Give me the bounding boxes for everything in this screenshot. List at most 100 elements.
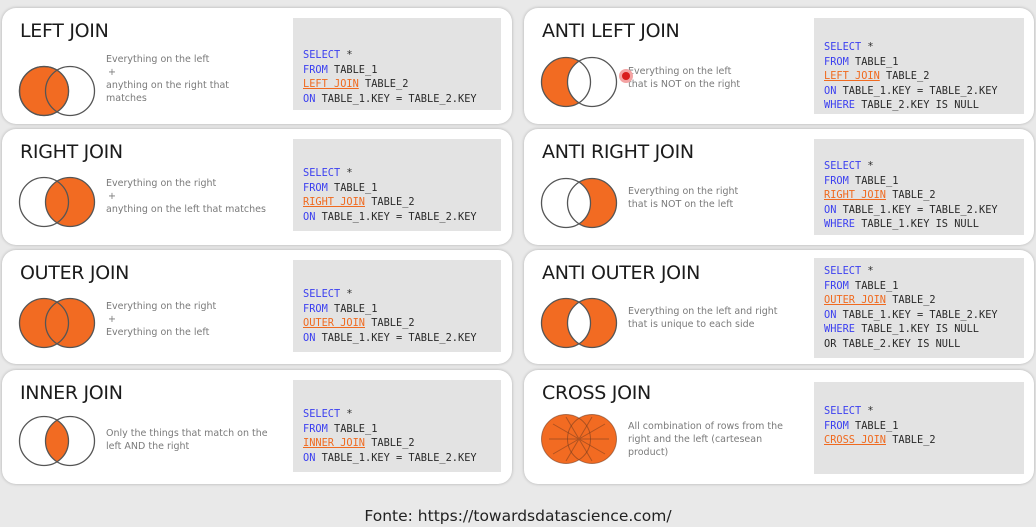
sql-line: FROM TABLE_1 — [303, 63, 501, 78]
sql-line: FROM TABLE_1 — [303, 302, 501, 317]
sql-line: FROM TABLE_1 — [303, 181, 501, 196]
sql-join-keyword: LEFT JOIN — [303, 78, 359, 90]
sql-join-keyword: RIGHT JOIN — [303, 196, 365, 208]
sql-line: SELECT * — [303, 407, 501, 422]
sql-keyword: SELECT — [303, 288, 341, 300]
sql-line: ON TABLE_1.KEY = TABLE_2.KEY — [303, 331, 501, 346]
card-description: Only the things that match on the left A… — [106, 428, 268, 452]
venn-anti-right-join-icon — [540, 177, 618, 229]
card-title: CROSS JOIN — [542, 382, 651, 404]
sql-line: ON TABLE_1.KEY = TABLE_2.KEY — [303, 92, 501, 107]
sql-line: SELECT * — [303, 48, 501, 63]
venn-cross-join-icon — [541, 414, 617, 464]
sql-line: SELECT * — [824, 40, 1024, 55]
sql-line: RIGHT JOIN TABLE_2 — [824, 188, 1024, 203]
sql-text: TABLE_2 — [365, 317, 415, 329]
sql-keyword: ON — [303, 210, 316, 223]
sql-text: TABLE_1.KEY = TABLE_2.KEY — [315, 331, 477, 344]
sql-code-block: SELECT * FROM TABLE_1 CROSS JOIN TABLE_2 — [814, 382, 1024, 474]
venn-anti-left-join-icon — [540, 56, 618, 108]
sql-text: TABLE_2 — [886, 189, 936, 201]
card-outer-join: OUTER JOIN Everything on the right + Eve… — [2, 250, 512, 364]
sql-join-keyword: CROSS JOIN — [824, 434, 886, 446]
card-title: ANTI RIGHT JOIN — [542, 141, 694, 163]
card-title: ANTI LEFT JOIN — [542, 20, 680, 42]
card-inner-join: INNER JOIN Only the things that match on… — [2, 370, 512, 484]
sql-text: TABLE_2 — [886, 434, 936, 446]
sql-keyword: FROM — [303, 302, 328, 315]
sql-line: ON TABLE_1.KEY = TABLE_2.KEY — [824, 308, 1024, 323]
card-title: OUTER JOIN — [20, 262, 130, 284]
sql-text: TABLE_1.KEY = TABLE_2.KEY — [836, 84, 998, 97]
sql-line: OR TABLE_2.KEY IS NULL — [824, 337, 1024, 352]
sql-keyword: FROM — [303, 181, 328, 194]
venn-outer-join-icon — [18, 297, 96, 349]
sql-code-block: SELECT * FROM TABLE_1 RIGHT JOIN TABLE_2 ON… — [814, 139, 1024, 235]
card-title: LEFT JOIN — [20, 20, 109, 42]
sql-keyword: FROM — [303, 63, 328, 76]
sql-text: TABLE_2 — [879, 70, 930, 82]
sql-keyword: SELECT — [824, 265, 862, 277]
sql-code-block: SELECT * FROM TABLE_1 RIGHT JOIN TABLE_2 ON… — [293, 139, 501, 231]
sql-text: TABLE_1 — [327, 302, 378, 315]
sql-text: * — [340, 408, 353, 420]
sql-line: SELECT * — [824, 404, 1024, 419]
source-footer: Fonte: https://towardsdatascience.com/ — [364, 507, 672, 525]
sql-keyword: FROM — [824, 419, 849, 432]
sql-text: TABLE_2 — [365, 437, 415, 449]
sql-text: TABLE_1 — [848, 174, 899, 187]
sql-join-keyword: OUTER JOIN — [303, 317, 365, 329]
sql-text: * — [861, 405, 874, 417]
card-description: Everything on the right + anything on th… — [106, 178, 266, 215]
sql-line: SELECT * — [824, 159, 1024, 174]
sql-line: LEFT JOIN TABLE_2 — [303, 77, 501, 92]
sql-text: TABLE_1.KEY = TABLE_2.KEY — [836, 203, 998, 216]
sql-text: * — [340, 167, 353, 179]
sql-keyword: WHERE — [824, 323, 855, 335]
sql-text: * — [861, 41, 874, 53]
sql-keyword: SELECT — [824, 405, 862, 417]
sql-text: TABLE_1 — [327, 422, 378, 435]
sql-code-block: SELECT * FROM TABLE_1 OUTER JOIN TABLE_2 ON… — [293, 260, 501, 352]
sql-keyword: SELECT — [824, 41, 862, 53]
sql-text: TABLE_1.KEY = TABLE_2.KEY — [315, 92, 477, 105]
sql-code-block: SELECT * FROM TABLE_1 LEFT JOIN TABLE_2 ON … — [293, 18, 501, 110]
sql-text: TABLE_1.KEY = TABLE_2.KEY — [315, 210, 477, 223]
sql-text: * — [861, 160, 874, 172]
sql-text: OR TABLE_2.KEY IS NULL — [824, 337, 961, 350]
sql-line: ON TABLE_1.KEY = TABLE_2.KEY — [824, 203, 1024, 218]
sql-text: TABLE_2.KEY IS NULL — [855, 99, 979, 111]
sql-join-keyword: OUTER JOIN — [824, 294, 886, 306]
sql-code-block: SELECT * FROM TABLE_1 INNER JOIN TABLE_2 ON… — [293, 380, 501, 472]
sql-keyword: SELECT — [824, 160, 862, 172]
card-description: Everything on the left and right that is… — [628, 306, 778, 330]
card-title: INNER JOIN — [20, 382, 123, 404]
sql-line: FROM TABLE_1 — [824, 174, 1024, 189]
sql-keyword: WHERE — [824, 99, 855, 111]
sql-keyword: ON — [824, 84, 837, 97]
card-title: ANTI OUTER JOIN — [542, 262, 701, 284]
sql-line: LEFT JOIN TABLE_2 — [824, 69, 1024, 84]
sql-line: OUTER JOIN TABLE_2 — [824, 293, 1024, 308]
sql-line: ON TABLE_1.KEY = TABLE_2.KEY — [824, 84, 1024, 99]
sql-text: TABLE_1 — [848, 55, 899, 68]
sql-keyword: FROM — [824, 174, 849, 187]
sql-line: ON TABLE_1.KEY = TABLE_2.KEY — [303, 451, 501, 466]
sql-line: FROM TABLE_1 — [824, 55, 1024, 70]
sql-line: SELECT * — [303, 287, 501, 302]
sql-text: TABLE_2 — [365, 196, 415, 208]
card-description: Everything on the right + Everything on … — [106, 301, 217, 338]
sql-keyword: SELECT — [303, 167, 341, 179]
sql-join-keyword: INNER JOIN — [303, 437, 365, 449]
sql-code-block: SELECT * FROM TABLE_1 OUTER JOIN TABLE_2 ON… — [814, 258, 1024, 358]
sql-keyword: ON — [824, 308, 837, 321]
card-description: Everything on the right that is NOT on t… — [628, 186, 739, 210]
sql-keyword: FROM — [303, 422, 328, 435]
sql-text: TABLE_2 — [886, 294, 936, 306]
card-description: Everything on the left + anything on the… — [106, 54, 230, 104]
venn-right-join-icon — [18, 176, 96, 228]
cursor-pointer-icon — [619, 69, 633, 83]
sql-keyword: ON — [303, 331, 316, 344]
sql-line: FROM TABLE_1 — [824, 279, 1024, 294]
sql-keyword: ON — [303, 451, 316, 464]
